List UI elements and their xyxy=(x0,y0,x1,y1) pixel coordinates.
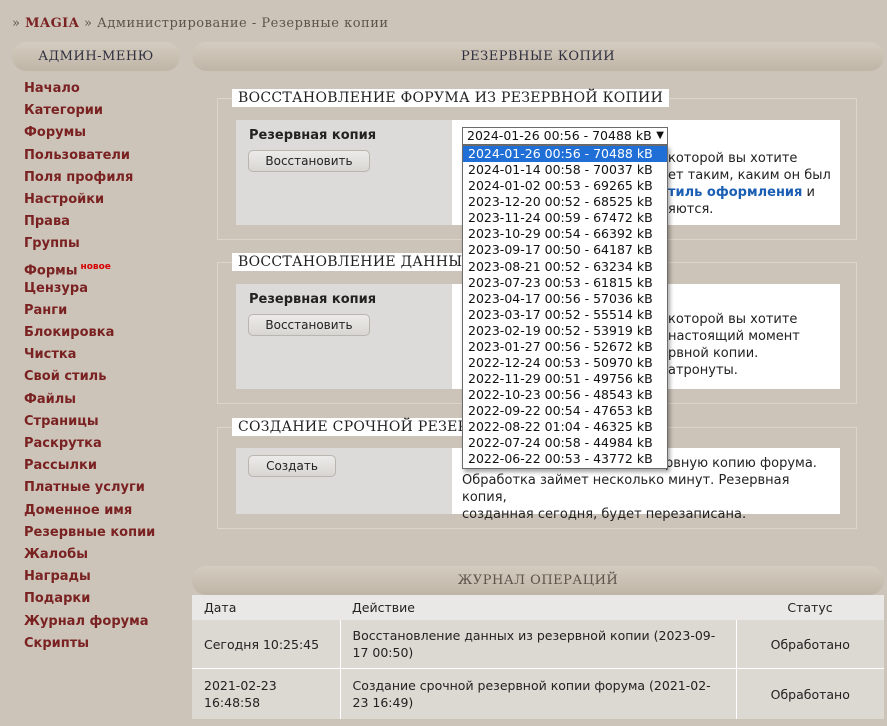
sidebar-menu: Начало Категории Форумы Пользователи Пол… xyxy=(12,78,180,655)
sidebar-item-bans[interactable]: Блокировка xyxy=(12,322,180,344)
log-action: Создание срочной резервной копии форума … xyxy=(340,668,737,719)
column-header-action: Действие xyxy=(340,595,736,620)
create-backup-button[interactable]: Создать xyxy=(248,455,336,477)
log-date: 2021-02-23 16:48:58 xyxy=(192,668,341,719)
log-title: ЖУРНАЛ ОПЕРАЦИЙ xyxy=(192,566,884,595)
backup-option[interactable]: 2022-06-22 00:53 - 43772 kB xyxy=(463,451,667,467)
backup-option[interactable]: 2022-12-24 00:53 - 50970 kB xyxy=(463,355,667,371)
sidebar-item-complaints[interactable]: Жалобы xyxy=(12,544,180,566)
restore-data-button[interactable]: Восстановить xyxy=(248,314,370,336)
chevron-down-icon: ▼ xyxy=(656,130,664,141)
admin-sidebar: АДМИН-МЕНЮ Начало Категории Форумы Польз… xyxy=(12,42,180,655)
sidebar-item-cleanup[interactable]: Чистка xyxy=(12,344,180,366)
backup-option[interactable]: 2023-09-17 00:50 - 64187 kB xyxy=(463,242,667,258)
backup-select[interactable]: 2024-01-26 00:56 - 70488 kB ▼ xyxy=(462,127,668,145)
backup-option[interactable]: 2023-10-29 00:54 - 66392 kB xyxy=(463,226,667,242)
backup-option[interactable]: 2023-04-17 00:56 - 57036 kB xyxy=(463,291,667,307)
sidebar-title: АДМИН-МЕНЮ xyxy=(12,42,180,71)
table-row: 2021-02-23 16:48:58 Создание срочной рез… xyxy=(192,668,884,719)
sidebar-item-forums[interactable]: Форумы xyxy=(12,122,180,144)
backup-label: Резервная копия xyxy=(249,128,377,143)
sidebar-item-forms[interactable]: Формы новое xyxy=(12,256,180,278)
column-header-date: Дата xyxy=(192,595,340,620)
sidebar-item-domain[interactable]: Доменное имя xyxy=(12,500,180,522)
operations-log-table: Дата Действие Статус Сегодня 10:25:45 Во… xyxy=(192,595,884,719)
backup-select-value: 2024-01-26 00:56 - 70488 kB xyxy=(467,128,652,143)
restore-forum-legend: ВОССТАНОВЛЕНИЕ ФОРУМА ИЗ РЕЗЕРВНОЙ КОПИИ xyxy=(232,89,670,107)
log-date: Сегодня 10:25:45 xyxy=(192,620,341,669)
create-backup-legend: СОЗДАНИЕ СРОЧНОЙ РЕЗЕРВ xyxy=(232,418,484,436)
backup-option[interactable]: 2023-01-27 00:56 - 52672 kB xyxy=(463,339,667,355)
backup-option[interactable]: 2022-10-23 00:56 - 48543 kB xyxy=(463,387,667,403)
backup-option[interactable]: 2023-07-23 00:53 - 61815 kB xyxy=(463,275,667,291)
backup-select-dropdown: 2024-01-26 00:56 - 70488 kB 2024-01-14 0… xyxy=(462,145,668,469)
sidebar-item-pages[interactable]: Страницы xyxy=(12,411,180,433)
backup-option[interactable]: 2024-01-14 00:58 - 70037 kB xyxy=(463,162,667,178)
sidebar-item-settings[interactable]: Настройки xyxy=(12,189,180,211)
sidebar-item-groups[interactable]: Группы xyxy=(12,233,180,255)
backup-option[interactable]: 2023-02-19 00:52 - 53919 kB xyxy=(463,323,667,339)
backup-option[interactable]: 2023-11-24 00:59 - 67472 kB xyxy=(463,210,667,226)
backup-option[interactable]: 2022-07-24 00:58 - 44984 kB xyxy=(463,435,667,451)
backup-option[interactable]: 2022-11-29 00:51 - 49756 kB xyxy=(463,371,667,387)
sidebar-item-forum-log[interactable]: Журнал форума xyxy=(12,611,180,633)
backup-option[interactable]: 2022-09-22 00:54 - 47653 kB xyxy=(463,403,667,419)
backup-option[interactable]: 2023-08-21 00:52 - 63234 kB xyxy=(463,259,667,275)
sidebar-item-backups[interactable]: Резервные копии xyxy=(12,522,180,544)
sidebar-item-home[interactable]: Начало xyxy=(12,78,180,100)
backup-option[interactable]: 2022-08-22 01:04 - 46325 kB xyxy=(463,419,667,435)
column-header-status: Статус xyxy=(736,595,884,620)
restore-forum-button[interactable]: Восстановить xyxy=(248,150,370,172)
table-row: Сегодня 10:25:45 Восстановление данных и… xyxy=(192,620,884,669)
sidebar-item-categories[interactable]: Категории xyxy=(12,100,180,122)
log-action: Восстановление данных из резервной копии… xyxy=(340,620,737,669)
breadcrumb-home-link[interactable]: MAGIA xyxy=(25,16,79,31)
page-title: РЕЗЕРВНЫЕ КОПИИ xyxy=(192,42,884,71)
table-header-row: Дата Действие Статус xyxy=(192,595,884,620)
restore-data-legend: ВОССТАНОВЛЕНИЕ ДАННЫХ И xyxy=(232,253,496,271)
sidebar-item-files[interactable]: Файлы xyxy=(12,389,180,411)
sidebar-item-users[interactable]: Пользователи xyxy=(12,145,180,167)
log-status: Обработано xyxy=(736,620,884,669)
sidebar-item-permissions[interactable]: Права xyxy=(12,211,180,233)
sidebar-item-ranks[interactable]: Ранги xyxy=(12,300,180,322)
sidebar-item-profile-fields[interactable]: Поля профиля xyxy=(12,167,180,189)
backup-option[interactable]: 2024-01-02 00:53 - 69265 kB xyxy=(463,178,667,194)
sidebar-item-awards[interactable]: Награды xyxy=(12,566,180,588)
new-badge: новое xyxy=(80,261,111,272)
log-status: Обработано xyxy=(736,668,884,719)
sidebar-item-promotion[interactable]: Раскрутка xyxy=(12,433,180,455)
backup-option[interactable]: 2023-12-20 00:52 - 68525 kB xyxy=(463,194,667,210)
breadcrumb: » MAGIA » Администрирование - Резервные … xyxy=(12,16,389,31)
sidebar-item-custom-style[interactable]: Свой стиль xyxy=(12,366,180,388)
backup-option[interactable]: 2024-01-26 00:56 - 70488 kB xyxy=(463,146,667,163)
sidebar-item-censorship[interactable]: Цензура xyxy=(12,278,180,300)
backup-option[interactable]: 2023-03-17 00:52 - 55514 kB xyxy=(463,307,667,323)
sidebar-item-gifts[interactable]: Подарки xyxy=(12,588,180,610)
sidebar-item-mailings[interactable]: Рассылки xyxy=(12,455,180,477)
backup-label: Резервная копия xyxy=(249,292,377,307)
sidebar-item-paid-services[interactable]: Платные услуги xyxy=(12,477,180,499)
sidebar-item-scripts[interactable]: Скрипты xyxy=(12,633,180,655)
